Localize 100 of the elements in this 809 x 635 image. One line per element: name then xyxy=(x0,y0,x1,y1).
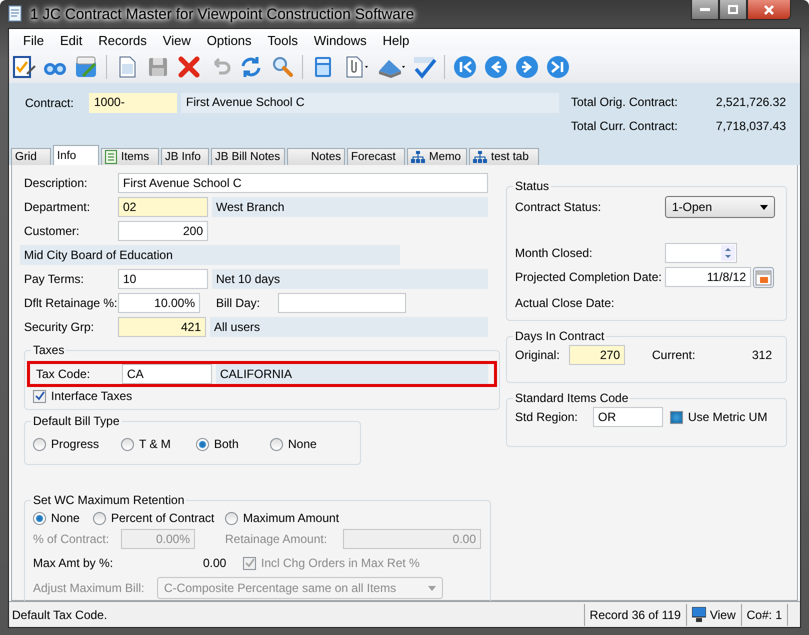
menu-item[interactable]: Help xyxy=(374,29,418,51)
minimize-button[interactable] xyxy=(691,0,719,20)
menu-item[interactable]: Tools xyxy=(260,29,306,51)
field-label: Actual Close Date: xyxy=(515,296,614,310)
hierarchy-icon xyxy=(411,151,425,163)
field-label: Max Amt by %: xyxy=(33,556,114,570)
radio-option[interactable]: None xyxy=(33,511,93,525)
close-icon xyxy=(763,4,775,14)
field-label: % of Contract: xyxy=(33,532,110,546)
tab[interactable]: JB Info xyxy=(161,148,209,165)
group-title: Set WC Maximum Retention xyxy=(32,493,186,507)
field-label: Projected Completion Date: xyxy=(515,270,663,284)
spinner-icon[interactable] xyxy=(721,245,735,261)
menu-item[interactable]: Windows xyxy=(306,29,375,51)
description-text: All users xyxy=(210,317,488,337)
group-title: Standard Items Code xyxy=(514,391,630,405)
spell-check-icon[interactable] xyxy=(411,54,437,80)
radio-option[interactable]: None xyxy=(270,437,350,451)
checkbox-option[interactable]: Interface Taxes xyxy=(33,389,491,403)
radio-option[interactable]: T & M xyxy=(121,437,196,451)
text-field[interactable] xyxy=(278,293,406,313)
company-pane: Co#: 1 xyxy=(740,604,788,626)
menu-item[interactable]: Options xyxy=(198,29,260,51)
radio-option[interactable]: Both xyxy=(196,437,270,451)
tab[interactable]: Notes xyxy=(287,148,345,165)
minimize-icon xyxy=(700,8,710,12)
menu-item[interactable]: Edit xyxy=(52,29,90,51)
customer-name: Mid City Board of Education xyxy=(20,245,400,265)
contract-field[interactable]: 1000- xyxy=(89,93,177,113)
total-value: 7,718,037.43 xyxy=(716,119,786,133)
calendar-icon[interactable] xyxy=(753,266,774,288)
clipboard-check-icon[interactable] xyxy=(11,54,37,80)
field-label: Contract Status: xyxy=(515,200,602,214)
notepad-icon[interactable] xyxy=(73,54,99,80)
tab[interactable]: Items xyxy=(101,148,159,165)
group-title: Status xyxy=(514,179,550,193)
radio-option[interactable]: Progress xyxy=(33,437,121,451)
description-text: CALIFORNIA xyxy=(216,364,488,384)
tab[interactable]: Memo xyxy=(407,148,467,165)
field-label: Adjust Maximum Bill: xyxy=(33,581,146,595)
tab[interactable]: Info xyxy=(53,145,99,165)
hierarchy-icon xyxy=(473,151,487,163)
app-icon xyxy=(8,5,24,23)
text-field[interactable]: CA xyxy=(122,364,212,384)
menu-item[interactable]: File xyxy=(15,29,52,51)
field-label: Retainage Amount: xyxy=(225,532,328,546)
record-pane: Record 36 of 119 xyxy=(584,604,686,626)
total-label: Total Curr. Contract: xyxy=(571,119,678,133)
dropdown[interactable]: 1-Open xyxy=(665,196,775,218)
delete-icon[interactable] xyxy=(176,54,202,80)
text-field[interactable]: 02 xyxy=(118,197,208,217)
next-icon[interactable] xyxy=(514,54,540,80)
mode-text: View xyxy=(710,608,736,622)
radio-option[interactable]: Maximum Amount xyxy=(225,511,345,525)
field-label: Pay Terms: xyxy=(24,272,85,286)
last-record-icon[interactable] xyxy=(545,54,571,80)
monitor-icon xyxy=(692,607,706,622)
field-label: Contract: xyxy=(25,95,75,112)
menu-item[interactable]: View xyxy=(154,29,199,51)
field-label: Current: xyxy=(652,348,696,362)
amount-value: 312 xyxy=(752,348,774,362)
contract-description: First Avenue School C xyxy=(181,93,559,113)
field-label: Customer: xyxy=(24,224,80,238)
total-value: 2,521,726.32 xyxy=(716,95,786,109)
text-field[interactable]: 11/8/12 xyxy=(665,267,751,287)
radio-option[interactable]: Percent of Contract xyxy=(93,511,225,525)
tab[interactable]: Forecast xyxy=(347,148,405,165)
maximize-icon xyxy=(728,5,738,14)
checkbox-option[interactable]: Use Metric UM xyxy=(670,410,768,424)
close-button[interactable] xyxy=(747,0,791,20)
field-label: Month Closed: xyxy=(515,246,594,260)
maximize-button[interactable] xyxy=(719,0,747,20)
caret-icon xyxy=(428,586,436,590)
list-icon xyxy=(105,150,117,164)
group-title: Default Bill Type xyxy=(32,414,120,428)
description-text: West Branch xyxy=(212,197,488,217)
caret-icon xyxy=(760,204,768,210)
text-field[interactable]: First Avenue School C xyxy=(118,173,488,193)
text-field[interactable]: 200 xyxy=(118,221,208,241)
total-label: Total Orig. Contract: xyxy=(571,95,678,109)
text-field[interactable]: OR xyxy=(593,407,663,427)
menu-item[interactable]: Records xyxy=(90,29,155,51)
text-field[interactable]: 10.00% xyxy=(118,293,200,313)
first-record-icon[interactable] xyxy=(452,54,478,80)
field-label: Department: xyxy=(24,200,92,214)
amount-value: 0.00 xyxy=(203,556,228,570)
tab[interactable]: test tab xyxy=(469,148,539,165)
previous-icon[interactable] xyxy=(483,54,509,80)
text-field[interactable]: 10 xyxy=(118,269,208,289)
text-field[interactable]: 421 xyxy=(118,317,206,337)
text-field[interactable]: 270 xyxy=(569,345,625,365)
group-title: Taxes xyxy=(32,343,66,357)
tab[interactable]: JB Bill Notes xyxy=(211,148,285,165)
group-title: Days In Contract xyxy=(514,329,606,343)
tab[interactable]: Grid xyxy=(11,148,51,165)
window-title: 1 JC Contract Master for Viewpoint Construction Software xyxy=(30,6,414,22)
field-label: Original: xyxy=(515,348,561,362)
description-text: Net 10 days xyxy=(212,269,488,289)
checkmark-icon xyxy=(34,391,44,401)
spinner-field[interactable] xyxy=(665,243,737,263)
